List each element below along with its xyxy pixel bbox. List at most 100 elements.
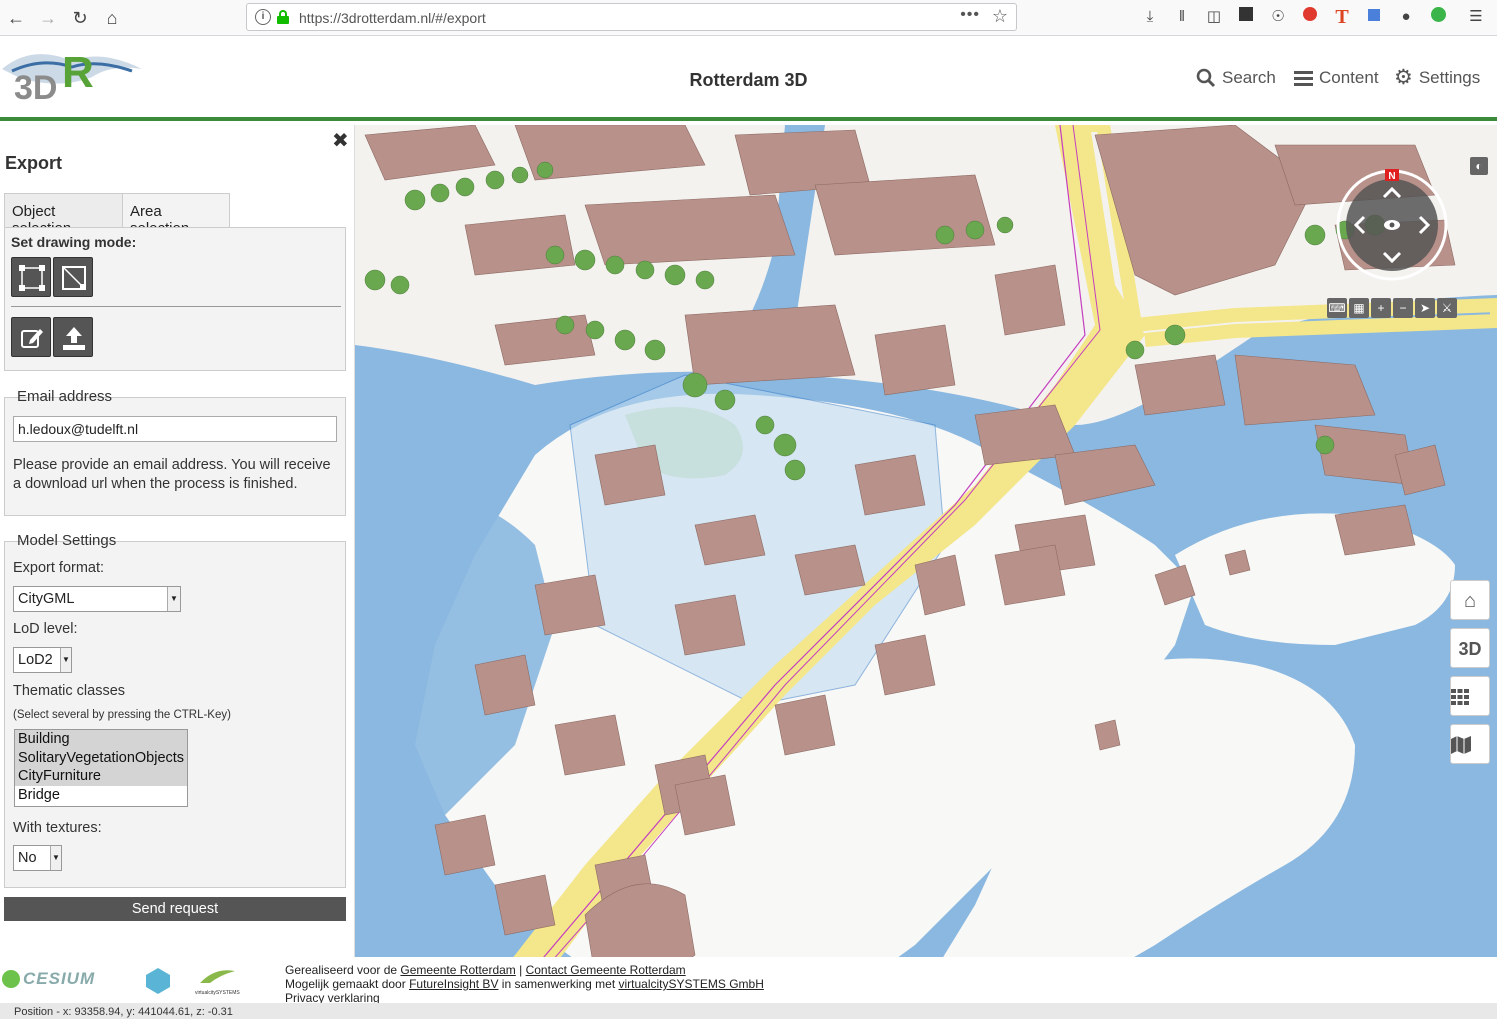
drawing-mode-label: Set drawing mode: (11, 234, 137, 250)
vcs-label: virtualcitySYSTEMS (195, 990, 240, 996)
close-icon[interactable]: ✖ (332, 128, 349, 153)
content-button[interactable]: Content (1294, 68, 1379, 88)
email-legend: Email address (17, 388, 113, 405)
email-help-text: Please provide an email address. You wil… (13, 457, 331, 492)
3d-mode-button[interactable]: 3D (1450, 628, 1490, 668)
map-3d-view (355, 125, 1497, 1003)
list-item[interactable]: Building (15, 730, 187, 749)
export-format-value: CityGML (18, 591, 75, 607)
search-icon (1196, 68, 1216, 88)
model-settings-legend: Model Settings (17, 532, 117, 549)
compass-navigator[interactable]: N (1336, 169, 1448, 281)
credits-text: Gerealiseerd voor de (285, 963, 401, 977)
map-viewport[interactable]: ◐ N ⌨ ▦ + − ➤ ⚔ ⌂ 3D (355, 125, 1497, 1003)
home-icon: ⌂ (1463, 590, 1477, 612)
grid-icon (1451, 689, 1469, 705)
rectangle-icon (62, 266, 86, 290)
email-field[interactable]: h.ledoux@tudelft.nl (13, 416, 337, 442)
settings-button[interactable]: ⚙ Settings (1394, 66, 1481, 89)
virtualcitysystems-logo[interactable]: virtualcitySYSTEMS (195, 965, 255, 996)
password-manager-icon[interactable]: ☉ (1268, 7, 1288, 27)
draw-rectangle-button[interactable] (53, 257, 93, 297)
lod-select[interactable]: LoD2 ▼ (13, 647, 72, 673)
position-readout: Position - x: 93358.94, y: 441044.61, z:… (0, 1003, 1497, 1019)
contrast-icon[interactable]: ◐ (1470, 157, 1488, 175)
upload-icon (63, 327, 85, 350)
browser-toolbar: ← → ↻ ⌂ i https://3drotterdam.nl/#/expor… (0, 0, 1497, 36)
gear-icon: ⚙ (1394, 66, 1413, 89)
list-item[interactable]: Bridge (15, 786, 187, 805)
home-icon[interactable]: ⌂ (100, 6, 124, 30)
keyboard-icon[interactable]: ⌨ (1327, 298, 1347, 318)
footer: CESIUM virtualcitySYSTEMS Gerealiseerd v… (0, 957, 1497, 1005)
textures-value: No (18, 850, 37, 866)
cesium-icon (2, 970, 20, 988)
send-request-button[interactable]: Send request (4, 897, 346, 921)
screenshot-icon[interactable] (1236, 7, 1256, 27)
link-contact-gemeente[interactable]: Contact Gemeente Rotterdam (526, 963, 686, 977)
tab-object-selection[interactable]: Object selection (4, 193, 123, 237)
chevron-down-icon: ▼ (50, 846, 61, 870)
ublock-icon[interactable] (1300, 7, 1320, 27)
account-icon[interactable]: ● (1396, 7, 1416, 27)
search-button[interactable]: Search (1196, 68, 1276, 88)
zoom-out-icon[interactable]: − (1393, 298, 1413, 318)
translate-icon[interactable] (1364, 7, 1384, 27)
cesium-logo[interactable]: CESIUM (2, 969, 95, 989)
export-panel: ✖ Export Object selection Area selection… (0, 125, 355, 957)
address-bar[interactable]: i https://3drotterdam.nl/#/export ••• ☆ (246, 3, 1017, 31)
bookmark-star-icon[interactable]: ☆ (992, 6, 1008, 27)
sidebar-icon[interactable]: ◫ (1204, 7, 1224, 27)
draw-polygon-button[interactable] (11, 257, 51, 297)
credits-separator: | (515, 963, 526, 977)
link-virtualcitysystems[interactable]: virtualcitySYSTEMS GmbH (619, 977, 764, 991)
menu-lines-icon (1294, 70, 1313, 86)
2d-map-button[interactable] (1450, 724, 1490, 764)
textures-select[interactable]: No ▼ (13, 845, 62, 871)
library-icon[interactable]: ‖ (1172, 7, 1192, 27)
link-gemeente-rotterdam[interactable]: Gemeente Rotterdam (400, 963, 515, 977)
export-format-label: Export format: (13, 560, 105, 576)
futureinsight-logo[interactable] (144, 967, 172, 1000)
export-format-select[interactable]: CityGML ▼ (13, 586, 181, 612)
tab-area-selection[interactable]: Area selection (122, 193, 230, 237)
edit-icon (21, 329, 43, 348)
chevron-down-icon: ▼ (167, 587, 180, 611)
list-item[interactable]: SolitaryVegetationObjects (15, 748, 187, 767)
link-futureinsight[interactable]: FutureInsight BV (409, 977, 498, 991)
home-view-button[interactable]: ⌂ (1450, 580, 1490, 620)
divider (11, 306, 341, 307)
edit-button[interactable] (11, 317, 51, 357)
pedestrian-icon[interactable]: ⚔ (1437, 298, 1457, 318)
panel-title: Export (5, 153, 63, 173)
locate-icon[interactable]: ➤ (1415, 298, 1435, 318)
zoom-in-icon[interactable]: + (1371, 298, 1391, 318)
extension-green-icon[interactable] (1428, 7, 1448, 27)
chevron-down-icon: ▼ (60, 648, 71, 672)
back-icon[interactable]: ← (4, 6, 28, 30)
upload-button[interactable] (53, 317, 93, 357)
thematic-classes-list[interactable]: Building SolitaryVegetationObjects CityF… (14, 729, 188, 807)
reload-icon[interactable]: ↻ (68, 6, 92, 30)
list-item[interactable]: CityFurniture (15, 767, 187, 786)
url-text[interactable]: https://3drotterdam.nl/#/export (299, 10, 486, 26)
forward-icon[interactable]: → (36, 6, 60, 30)
compass-north-label: N (1388, 171, 1395, 182)
info-icon[interactable]: i (255, 9, 271, 25)
footer-credits: Gerealiseerd voor de Gemeente Rotterdam … (285, 963, 764, 1005)
settings-label: Settings (1418, 68, 1481, 87)
polygon-icon (19, 265, 45, 291)
layers-grid-button[interactable] (1450, 676, 1490, 716)
grid-icon[interactable]: ▦ (1349, 298, 1369, 318)
lod-value: LoD2 (18, 652, 53, 668)
email-box: Email address h.ledoux@tudelft.nl Please… (4, 388, 346, 516)
content-label: Content (1319, 68, 1379, 87)
map-controls: ⌨ ▦ + − ➤ ⚔ (1327, 298, 1457, 318)
translate-t-icon[interactable]: T (1332, 7, 1352, 27)
menu-icon[interactable]: ☰ (1466, 7, 1486, 27)
page-actions-icon[interactable]: ••• (960, 6, 980, 24)
credits-text: in samenwerking met (498, 977, 619, 991)
lock-icon (277, 10, 289, 24)
downloads-icon[interactable]: ⤓ (1140, 7, 1160, 27)
drawing-mode-box: Set drawing mode: (4, 227, 346, 371)
